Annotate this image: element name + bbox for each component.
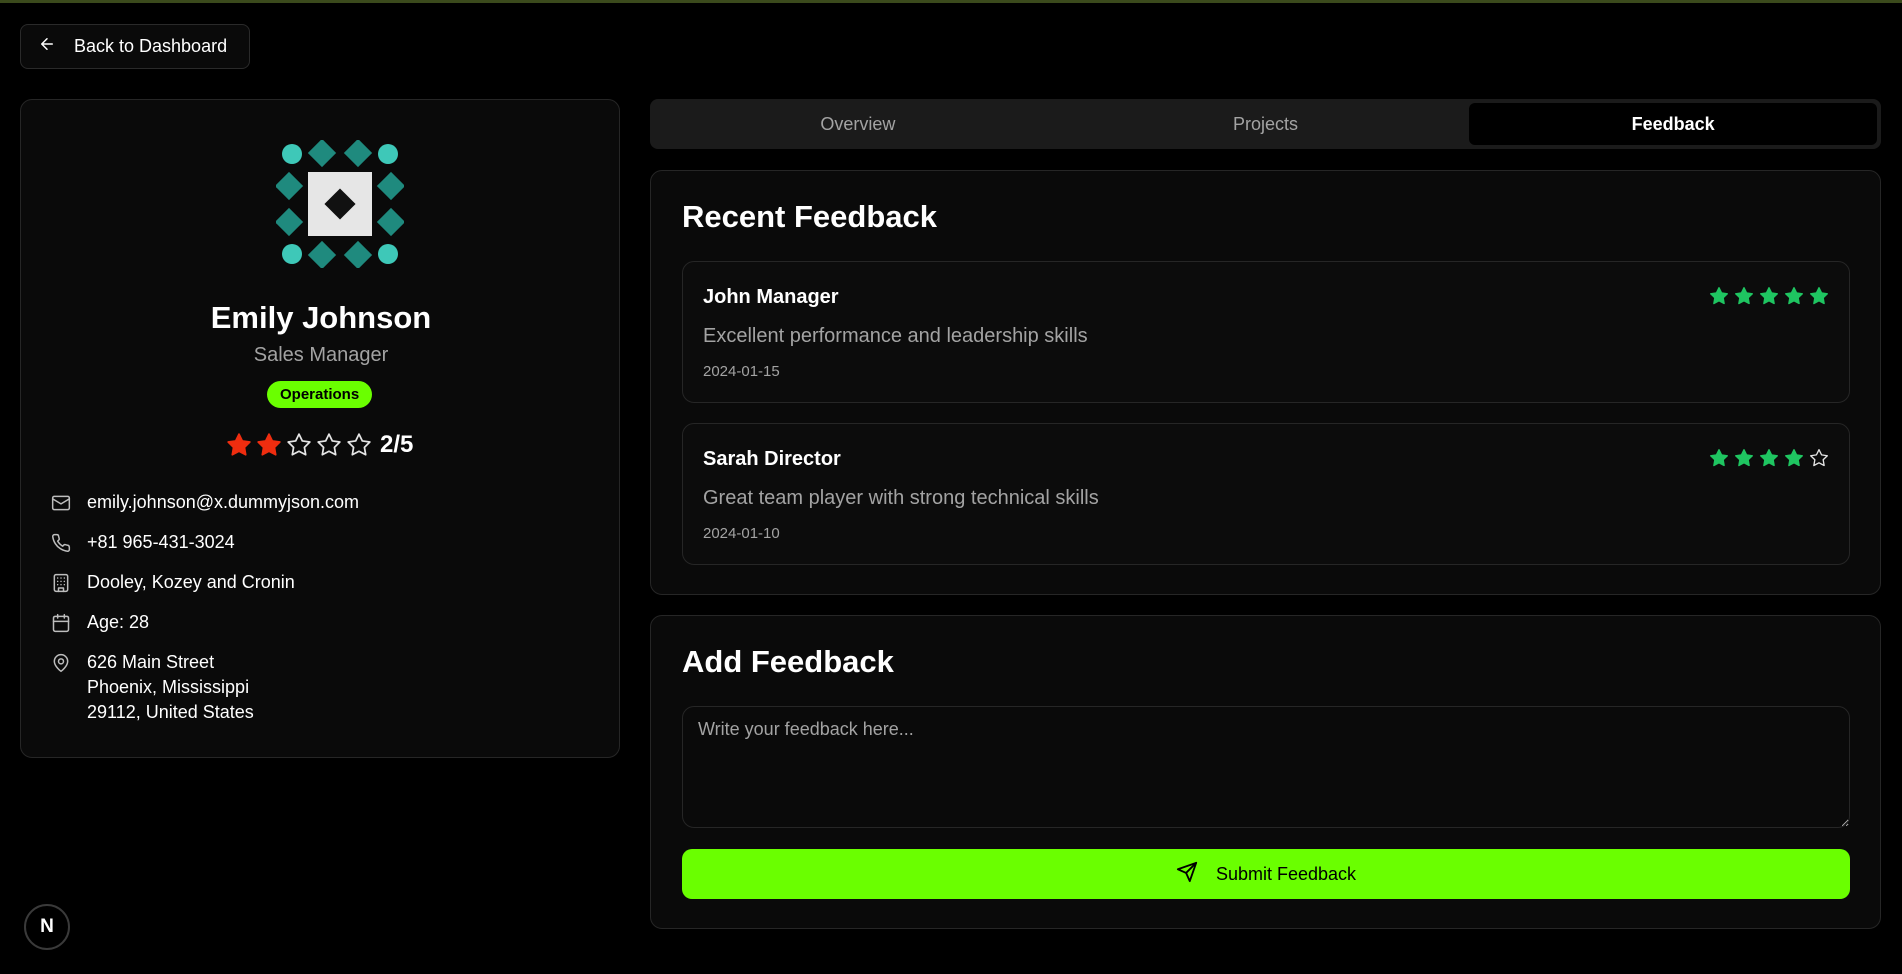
star-filled-icon: [1735, 449, 1753, 467]
info-phone: +81 965-431-3024: [51, 530, 591, 555]
submit-label: Submit Feedback: [1215, 863, 1357, 884]
send-icon: [1176, 861, 1198, 888]
feedback-card: Sarah Director Great team player with st…: [682, 423, 1850, 565]
star-filled-icon: [1735, 287, 1753, 305]
star-filled-icon: [1760, 287, 1778, 305]
add-feedback-panel: Add Feedback Submit Feedback: [650, 615, 1881, 929]
info-company: Dooley, Kozey and Cronin: [51, 570, 591, 595]
address-line-1: 626 Main Street: [87, 652, 215, 672]
top-accent-line: [0, 0, 1902, 3]
feedback-rating: [1709, 448, 1829, 468]
star-filled-icon: [1810, 287, 1828, 305]
recent-feedback-title: Recent Feedback: [682, 199, 937, 234]
profile-card: Emily Johnson Sales Manager Operations 2…: [20, 99, 620, 758]
submit-feedback-button[interactable]: Submit Feedback: [682, 849, 1850, 899]
feedback-text: Excellent performance and leadership ski…: [703, 325, 1088, 347]
feedback-author: John Manager: [703, 286, 839, 308]
building-icon: [51, 573, 71, 593]
feedback-date: 2024-01-15: [703, 363, 780, 380]
profile-rating: 2/5: [226, 430, 413, 460]
address-line-2: Phoenix, Mississippi: [87, 677, 250, 697]
mail-icon: [51, 493, 71, 513]
star-filled-icon: [1785, 287, 1803, 305]
feedback-text: Great team player with strong technical …: [703, 487, 1099, 509]
address-line-3: 29112, United States: [87, 702, 254, 722]
email-text: emily.johnson@x.dummyjson.com: [87, 492, 360, 512]
map-pin-icon: [51, 653, 71, 673]
phone-icon: [51, 533, 71, 553]
next-logo-badge[interactable]: N: [24, 904, 70, 950]
tab-bar: Overview Projects Feedback: [650, 99, 1881, 149]
star-outline-icon: [317, 433, 341, 456]
add-feedback-title: Add Feedback: [682, 644, 894, 679]
calendar-icon: [51, 613, 71, 633]
tab-overview[interactable]: Overview: [654, 103, 1062, 145]
feedback-date: 2024-01-10: [703, 525, 780, 542]
age-text: Age: 28: [87, 612, 150, 632]
department-badge: Operations: [267, 381, 373, 408]
star-filled-icon: [227, 433, 251, 456]
profile-job-title: Sales Manager: [253, 344, 389, 366]
feedback-card: John Manager Excellent performance and l…: [682, 261, 1850, 403]
phone-text: +81 965-431-3024: [87, 532, 235, 552]
back-button-label: Back to Dashboard: [74, 36, 228, 56]
contact-info-list: emily.johnson@x.dummyjson.com +81 965-43…: [51, 490, 591, 740]
tab-feedback[interactable]: Feedback: [1469, 103, 1878, 145]
avatar: [256, 140, 424, 268]
info-address: 626 Main Street Phoenix, Mississippi 291…: [51, 650, 591, 725]
address-text: 626 Main Street Phoenix, Mississippi 291…: [87, 650, 254, 725]
feedback-textarea[interactable]: [682, 706, 1850, 828]
star-outline-icon: [287, 433, 311, 456]
star-filled-icon: [1785, 449, 1803, 467]
feedback-author: Sarah Director: [703, 448, 841, 470]
feedback-rating: [1709, 286, 1829, 306]
star-outline-icon: [347, 433, 371, 456]
star-outline-icon: [1810, 449, 1828, 467]
star-filled-icon: [1710, 449, 1728, 467]
back-to-dashboard-button[interactable]: Back to Dashboard: [20, 24, 250, 69]
profile-name: Emily Johnson: [210, 300, 432, 335]
company-text: Dooley, Kozey and Cronin: [87, 572, 295, 592]
star-filled-icon: [1710, 287, 1728, 305]
recent-feedback-panel: Recent Feedback John Manager Excellent p…: [650, 170, 1881, 595]
star-filled-icon: [1760, 449, 1778, 467]
arrow-left-icon: [38, 35, 56, 58]
info-age: Age: 28: [51, 610, 591, 635]
star-filled-icon: [257, 433, 281, 456]
info-email: emily.johnson@x.dummyjson.com: [51, 490, 591, 515]
rating-text: 2/5: [380, 431, 414, 458]
tab-projects[interactable]: Projects: [1062, 103, 1470, 145]
